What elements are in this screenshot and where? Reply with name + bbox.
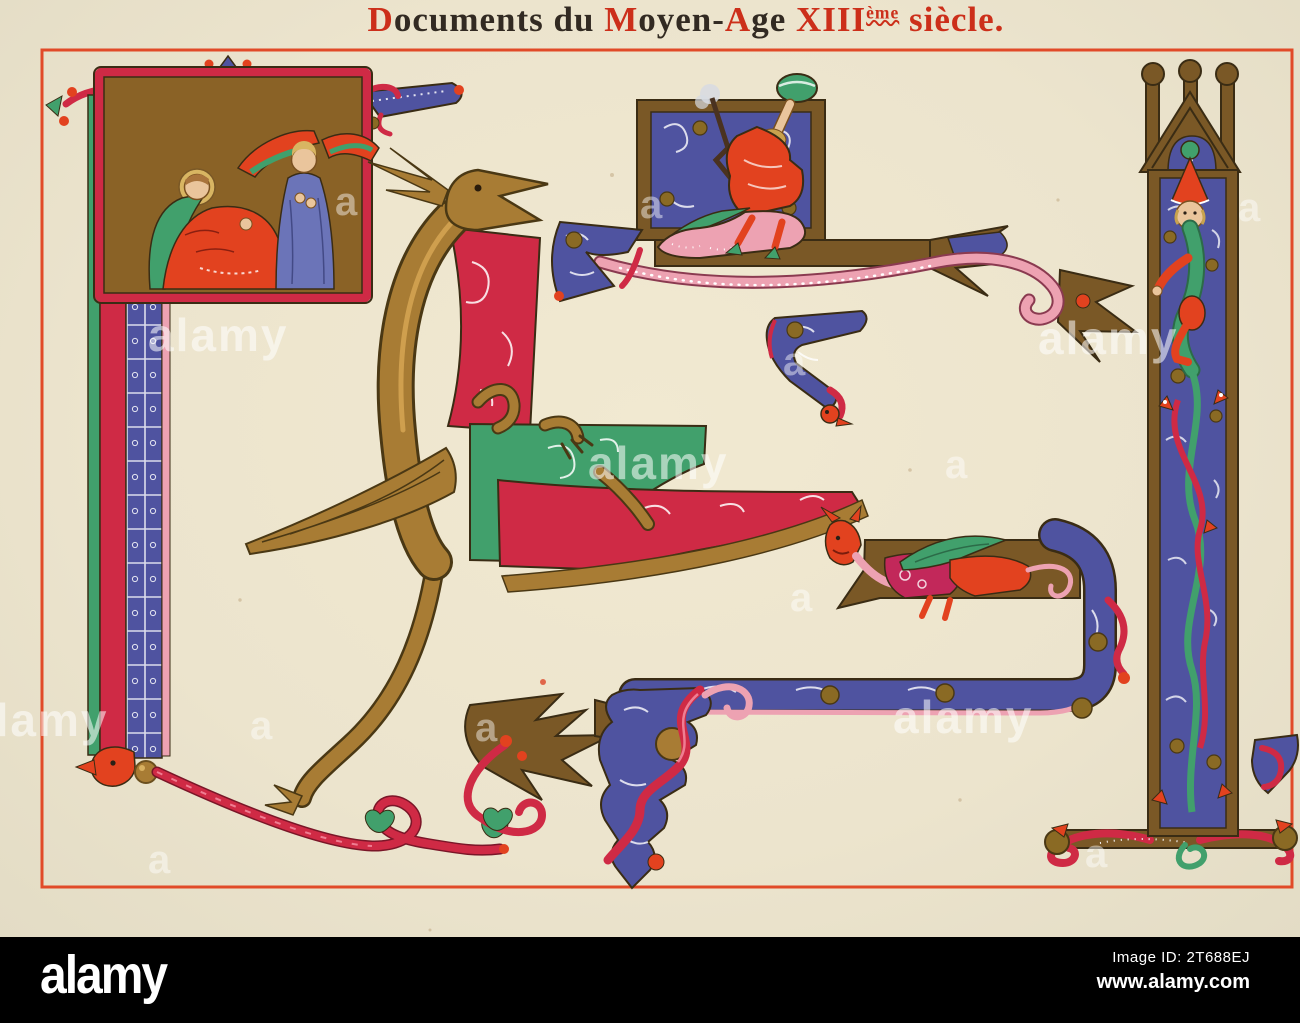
title-segment: A	[724, 0, 752, 39]
dragon-head	[444, 168, 549, 232]
tower-bar-initial	[1044, 59, 1299, 870]
stock-photo-page: Documents du Moyen-Age XIIIème siècle. a…	[0, 0, 1300, 1023]
red-filigree-panel	[446, 226, 542, 434]
title-segment: du	[553, 0, 605, 39]
title-segment: siècle.	[899, 0, 1005, 39]
illumination-artwork	[40, 48, 1299, 932]
website-url: www.alamy.com	[1096, 971, 1250, 993]
alamy-logo: alamy	[40, 946, 168, 1006]
title-segment: oyen-	[638, 0, 725, 39]
image-id: Image ID: 2T688EJ	[1112, 949, 1250, 966]
bird-tail-body	[949, 555, 1032, 597]
pink-ribbon	[593, 251, 1091, 326]
bird-head	[820, 404, 840, 424]
artwork-photo: Documents du Moyen-Age XIIIème siècle. a…	[0, 0, 1300, 937]
floating-thorn-ornament	[765, 309, 868, 427]
thorn-cluster-right	[1056, 268, 1140, 363]
plate-title: Documents du Moyen-Age XIIIème siècle.	[36, 0, 1300, 40]
title-segment: ocuments	[393, 0, 554, 39]
dragon-crest	[367, 147, 449, 207]
bottom-thorn-ornament	[463, 683, 753, 890]
footer-bar: alamy Image ID: 2T688EJ www.alamy.com	[0, 937, 1300, 1023]
title-segment: ge	[751, 0, 796, 39]
title-segment: ème	[866, 2, 900, 23]
title-segment: D	[367, 0, 394, 39]
title-segment: M	[604, 0, 639, 39]
green-disc	[776, 73, 818, 103]
title-segment: XIII	[795, 0, 867, 39]
p-panel	[93, 66, 380, 304]
dragon-tail	[294, 552, 444, 806]
